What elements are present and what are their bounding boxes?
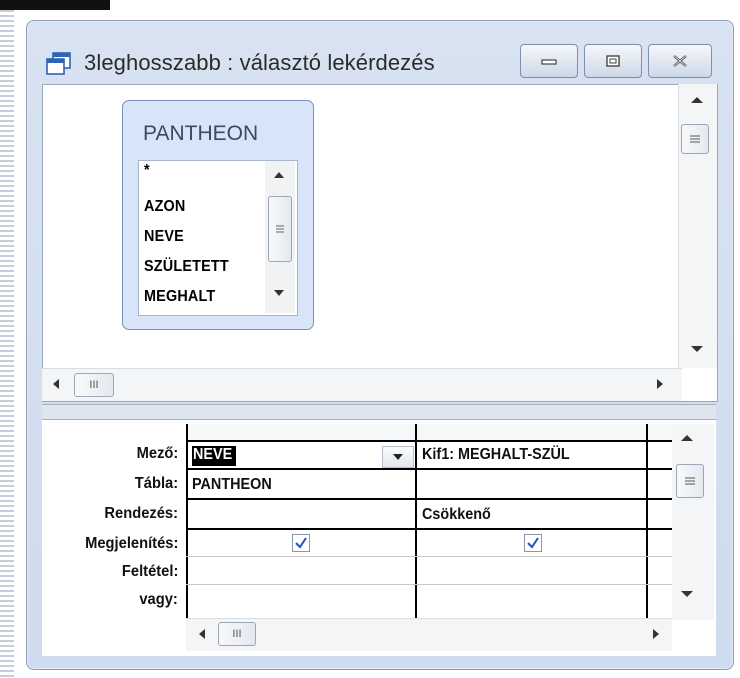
- chevron-down-icon: [393, 454, 403, 460]
- restore-icon: [606, 55, 620, 67]
- scroll-left-arrow-icon[interactable]: [198, 628, 206, 640]
- grip-icon: [685, 477, 695, 485]
- row-label-field: Mező:: [136, 445, 178, 462]
- table-box-title: PANTHEON: [143, 122, 259, 145]
- row-label-or: vagy:: [139, 591, 178, 608]
- scroll-down-arrow-icon[interactable]: [680, 590, 694, 598]
- row-label-criteria: Feltétel:: [121, 563, 178, 580]
- grid-line: [415, 424, 417, 620]
- field-item[interactable]: SZÜLETETT: [144, 258, 229, 276]
- scroll-right-arrow-icon[interactable]: [652, 628, 660, 640]
- grid-line: [186, 528, 672, 530]
- grid-line: [186, 498, 672, 500]
- show-checkbox-col1[interactable]: [292, 534, 310, 552]
- upper-horizontal-scroll-thumb[interactable]: III: [74, 373, 114, 397]
- field-item[interactable]: *: [144, 162, 150, 180]
- scroll-down-arrow-icon[interactable]: [690, 345, 704, 353]
- grid-line: [186, 440, 672, 442]
- minimize-icon: [541, 59, 557, 65]
- checkmark-icon: [527, 537, 539, 549]
- row-label-show: Megjelenítés:: [84, 535, 178, 552]
- field-list-scroll-thumb[interactable]: [268, 196, 292, 262]
- top-edge-fragment: [0, 0, 110, 10]
- thumb-grip: III: [232, 628, 242, 640]
- thumb-grip: III: [89, 379, 99, 391]
- grid-line: [646, 424, 648, 620]
- grid-horizontal-scroll-thumb[interactable]: III: [218, 622, 256, 646]
- scroll-left-arrow-icon[interactable]: [52, 378, 60, 390]
- close-button[interactable]: [648, 44, 712, 78]
- sort-cell-col2[interactable]: Csökkenő: [422, 506, 491, 524]
- grid-vertical-scroll-thumb[interactable]: [676, 464, 704, 498]
- minimize-button[interactable]: [520, 44, 578, 78]
- field-item[interactable]: AZON: [144, 198, 186, 216]
- grid-line: [186, 556, 672, 557]
- row-label-table: Tábla:: [134, 475, 178, 492]
- scroll-up-arrow-icon[interactable]: [680, 434, 694, 442]
- grid-horizontal-scrollbar[interactable]: [186, 618, 672, 651]
- grip-icon: [276, 225, 284, 233]
- query-window-icon: [46, 52, 72, 76]
- close-icon: [673, 55, 687, 67]
- field-cell-col2[interactable]: Kif1: MEGHALT-SZÜL: [422, 446, 570, 464]
- scroll-up-arrow-icon[interactable]: [690, 96, 704, 104]
- field-item[interactable]: NEVE: [144, 228, 184, 246]
- row-label-sort: Rendezés:: [104, 505, 178, 522]
- scroll-down-arrow-icon[interactable]: [273, 289, 285, 297]
- field-dropdown-button[interactable]: [382, 446, 414, 468]
- upper-vertical-scroll-thumb[interactable]: [681, 124, 709, 154]
- left-edge-stripes: [0, 0, 14, 678]
- scroll-up-arrow-icon[interactable]: [273, 171, 285, 179]
- field-item[interactable]: MEGHALT: [144, 288, 215, 306]
- grid-line: [186, 584, 672, 585]
- table-cell-col1[interactable]: PANTHEON: [192, 476, 272, 494]
- grid-line: [186, 468, 672, 470]
- column-selector-bar[interactable]: [186, 424, 672, 440]
- grip-icon: [690, 135, 700, 143]
- pane-splitter[interactable]: [42, 404, 716, 420]
- window-title: 3leghosszabb : választó lekérdezés: [84, 50, 435, 75]
- show-checkbox-col2[interactable]: [524, 534, 542, 552]
- scroll-right-arrow-icon[interactable]: [656, 378, 664, 390]
- maximize-button[interactable]: [584, 44, 642, 78]
- grid-line: [186, 424, 188, 620]
- upper-horizontal-scrollbar[interactable]: [42, 368, 682, 401]
- field-cell-col1[interactable]: NEVE: [193, 446, 232, 464]
- checkmark-icon: [295, 537, 307, 549]
